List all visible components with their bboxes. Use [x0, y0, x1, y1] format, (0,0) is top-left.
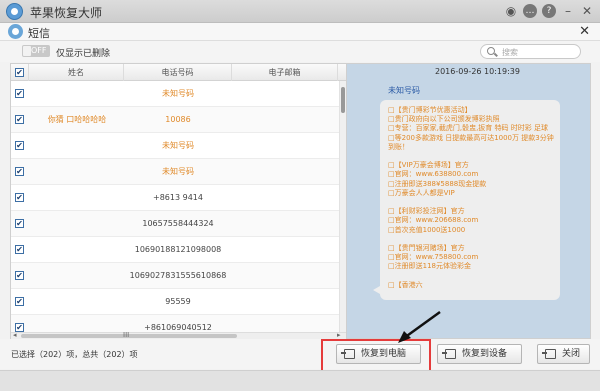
column-header-phone[interactable]: 电话号码	[124, 64, 232, 81]
list-vertical-scroll-thumb[interactable]	[341, 87, 345, 113]
message-detail-panel: 2016-09-26 10:19:39 未知号码 □【贵门博彩节优惠活动】 □贵…	[347, 63, 591, 339]
row-name: 你猜 口哈哈哈哈	[47, 115, 107, 124]
table-row[interactable]: ✔ +861069040512	[11, 315, 346, 332]
row-checkbox[interactable]: ✔	[15, 167, 24, 176]
main-window-bottom	[0, 370, 600, 391]
table-row[interactable]: ✔ +8613 9414	[11, 185, 346, 211]
table-row[interactable]: ✔ 未知号码	[11, 81, 346, 107]
row-checkbox[interactable]: ✔	[15, 141, 24, 150]
list-vertical-scrollbar[interactable]	[339, 81, 346, 332]
message-bubble: □【贵门博彩节优惠活动】 □贵门政府向以下公司颁发博彩执照 □专营：百家家,截虎…	[373, 100, 560, 300]
table-rows: ✔ 未知号码 ✔ 你猜 口哈哈哈哈 10086 ✔ 未知号码 ✔ 未知号码 ✔ …	[11, 81, 346, 332]
restore-to-device-button[interactable]: 恢复到设备	[437, 344, 522, 364]
row-checkbox[interactable]: ✔	[15, 115, 24, 124]
row-checkbox[interactable]: ✔	[15, 271, 24, 280]
sms-list-panel: ✔ 姓名 电话号码 电子邮箱 ✔ 未知号码 ✔ 你猜 口哈哈哈哈 10086 ✔…	[10, 63, 347, 339]
dialog-footer: 已选择（202）项，总共（202）项 恢复到电脑 恢复到设备 关闭	[0, 339, 600, 369]
row-name	[31, 211, 123, 237]
show-deleted-toggle[interactable]: OFF	[22, 45, 50, 57]
row-checkbox[interactable]: ✔	[15, 297, 24, 306]
scroll-left-icon[interactable]: ◂	[13, 331, 17, 339]
window-close-icon[interactable]: ✕	[580, 4, 594, 18]
row-name	[31, 159, 123, 185]
row-phone: 未知号码	[162, 89, 194, 98]
app-titlebar: 苹果恢复大师 ◉ … ? – ✕	[0, 0, 600, 23]
chat-icon[interactable]: …	[523, 4, 537, 18]
search-input[interactable]: 搜索	[480, 44, 581, 59]
column-header-name[interactable]: 姓名	[28, 64, 124, 81]
row-phone: 95559	[165, 297, 191, 306]
row-phone: 未知号码	[162, 141, 194, 150]
row-name	[31, 81, 123, 107]
row-phone: +861069040512	[144, 323, 212, 332]
message-body: □【贵门博彩节优惠活动】 □贵门政府向以下公司颁发博彩执照 □专营：百家家,截虎…	[388, 106, 554, 289]
close-button[interactable]: 关闭	[537, 344, 590, 364]
selection-status: 已选择（202）项，总共（202）项	[11, 350, 138, 359]
list-horizontal-scrollbar[interactable]: ◂ III ▸	[11, 331, 346, 339]
row-checkbox[interactable]: ✔	[15, 89, 24, 98]
column-header-email[interactable]: 电子邮箱	[232, 64, 338, 81]
search-icon	[487, 47, 495, 55]
message-sender: 未知号码	[388, 86, 420, 95]
filter-bar: OFF 仅显示已删除 搜索	[0, 41, 600, 62]
table-row[interactable]: ✔ 95559	[11, 289, 346, 315]
scroll-right-icon[interactable]: ▸	[337, 331, 341, 339]
row-checkbox[interactable]: ✔	[15, 245, 24, 254]
restore-to-device-label: 恢复到设备	[462, 349, 508, 359]
row-phone: 10086	[165, 115, 191, 124]
table-row[interactable]: ✔ 未知号码	[11, 159, 346, 185]
dialog-logo-icon	[8, 24, 23, 39]
restore-device-icon	[442, 349, 456, 359]
app-logo-icon	[6, 3, 23, 20]
show-deleted-label: 仅显示已删除	[56, 49, 111, 59]
app-title: 苹果恢复大师	[30, 6, 103, 20]
titlebar-actions: ◉ … ? – ✕	[504, 4, 594, 18]
table-row[interactable]: ✔ 10657558444324	[11, 211, 346, 237]
row-name	[31, 315, 123, 332]
row-name	[31, 133, 123, 159]
table-row[interactable]: ✔ 未知号码	[11, 133, 346, 159]
weibo-icon[interactable]: ◉	[504, 4, 518, 18]
row-name	[31, 263, 123, 289]
minimize-icon[interactable]: –	[561, 4, 575, 18]
dialog-title: 短信	[28, 27, 50, 40]
dialog-header: 短信 ✕	[0, 23, 600, 41]
exit-icon	[542, 349, 556, 359]
row-phone: 未知号码	[162, 167, 194, 176]
search-placeholder: 搜索	[502, 48, 518, 57]
row-name	[31, 237, 123, 263]
message-timestamp: 2016-09-26 10:19:39	[435, 67, 520, 76]
highlight-box	[321, 339, 431, 374]
dialog-close-icon[interactable]: ✕	[579, 24, 590, 39]
row-phone: +8613 9414	[153, 193, 203, 202]
close-label: 关闭	[562, 349, 581, 359]
row-name	[31, 185, 123, 211]
scroll-grip-icon: III	[123, 331, 130, 339]
table-header: ✔ 姓名 电话号码 电子邮箱	[11, 64, 346, 81]
table-row[interactable]: ✔ 1069027831555610868	[11, 263, 346, 289]
row-phone: 1069027831555610868	[129, 271, 227, 280]
select-all-checkbox[interactable]: ✔	[15, 68, 24, 77]
table-row[interactable]: ✔ 10690188121098008	[11, 237, 346, 263]
row-phone: 10690188121098008	[134, 245, 222, 254]
row-checkbox[interactable]: ✔	[15, 219, 24, 228]
row-checkbox[interactable]: ✔	[15, 193, 24, 202]
row-phone: 10657558444324	[142, 219, 214, 228]
row-name	[31, 289, 123, 315]
help-icon[interactable]: ?	[542, 4, 556, 18]
table-row[interactable]: ✔ 你猜 口哈哈哈哈 10086	[11, 107, 346, 133]
